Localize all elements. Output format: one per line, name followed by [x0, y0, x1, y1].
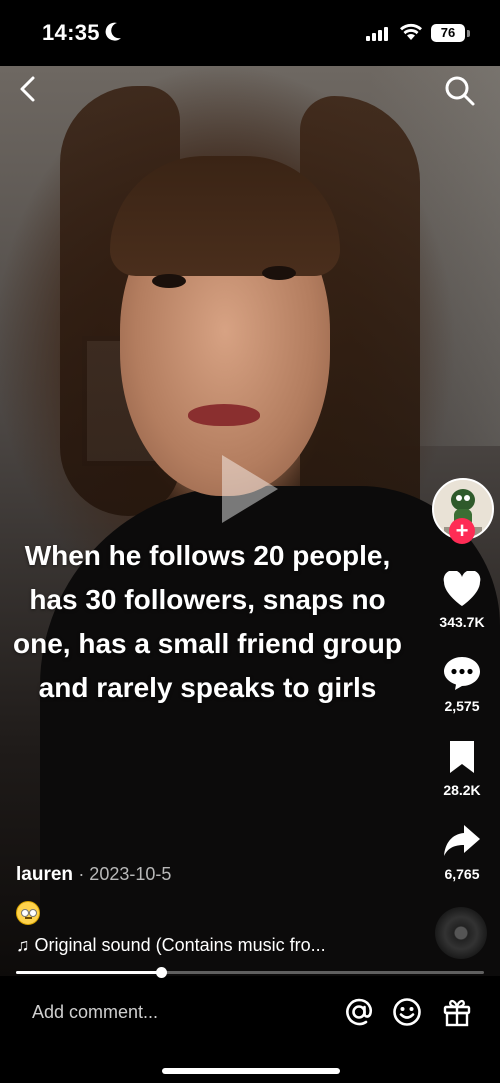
like-count: 343.7K	[439, 614, 485, 630]
cellular-signal-icon	[366, 27, 388, 41]
moon-icon	[105, 22, 121, 41]
video-text-overlay: When he follows 20 people, has 30 follow…	[13, 540, 402, 703]
music-note-icon: ♫	[16, 935, 30, 955]
author-name[interactable]: lauren	[16, 864, 73, 885]
status-time: 14:35	[42, 20, 100, 45]
play-icon[interactable]	[222, 455, 278, 523]
sound-link[interactable]: ♫ Original sound (Contains music fro...	[16, 935, 326, 956]
save-button[interactable]: 28.2K	[425, 739, 499, 798]
add-comment-input[interactable]: Add comment...	[32, 1002, 158, 1023]
mention-at-icon[interactable]	[344, 997, 374, 1027]
follow-plus-button[interactable]: +	[449, 518, 475, 544]
post-date: · 2023-10-5	[78, 864, 172, 884]
video-progress-fill	[16, 971, 162, 974]
back-arrow-icon[interactable]	[17, 75, 39, 103]
bookmark-icon	[450, 741, 474, 773]
share-button[interactable]: 6,765	[425, 823, 499, 882]
lips	[188, 404, 260, 426]
right-eye	[262, 266, 296, 280]
comment-count: 2,575	[444, 698, 480, 714]
sound-title: Original sound (Contains music fro...	[34, 935, 326, 955]
like-button[interactable]: 343.7K	[425, 570, 499, 630]
video-progress-bar[interactable]	[16, 967, 484, 978]
wifi-icon	[400, 23, 422, 40]
emoji-smile-icon[interactable]	[392, 997, 422, 1027]
battery-cap	[467, 30, 470, 37]
battery-indicator: 76	[431, 24, 465, 42]
comment-button[interactable]: 2,575	[425, 655, 499, 714]
music-disc-icon[interactable]	[435, 907, 487, 959]
comment-bubble-icon	[444, 657, 480, 690]
eye-roll-emoji-icon	[16, 901, 40, 925]
left-eye	[152, 274, 186, 288]
share-count: 6,765	[444, 866, 480, 882]
share-arrow-icon	[444, 825, 480, 856]
home-indicator	[162, 1068, 340, 1074]
video-progress-knob[interactable]	[156, 967, 168, 978]
status-bar: 14:35 76	[0, 0, 500, 66]
save-count: 28.2K	[443, 782, 481, 798]
heart-icon	[443, 570, 481, 606]
gift-icon[interactable]	[442, 997, 472, 1027]
post-meta: lauren · 2023-10-5	[16, 864, 171, 886]
search-icon[interactable]	[444, 75, 476, 107]
